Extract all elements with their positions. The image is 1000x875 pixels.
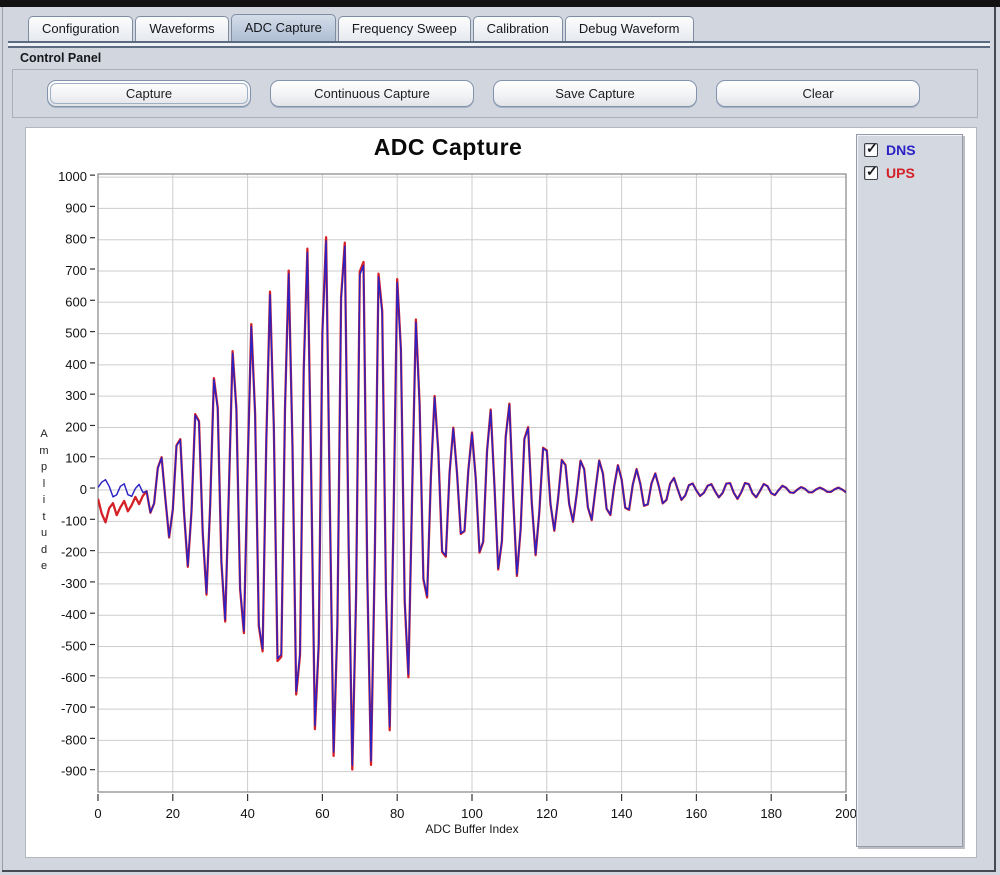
svg-text:1000: 1000 — [58, 169, 87, 184]
tab-debug-waveform[interactable]: Debug Waveform — [565, 16, 694, 41]
window-left-edge — [2, 7, 3, 872]
svg-text:200: 200 — [65, 419, 87, 434]
check-icon: ✓ — [866, 140, 878, 157]
control-panel-label: Control Panel — [20, 51, 101, 65]
tab-label: Frequency Sweep — [352, 21, 457, 36]
window-right-edge — [994, 7, 996, 872]
adc-capture-plot: 10009008007006005004003002001000-100-200… — [26, 128, 978, 859]
svg-text:120: 120 — [536, 806, 558, 821]
legend-label-ups: UPS — [886, 165, 915, 181]
x-axis-title: ADC Buffer Index — [98, 822, 846, 836]
save-capture-button[interactable]: Save Capture — [493, 80, 697, 107]
svg-text:-600: -600 — [61, 670, 87, 685]
continuous-capture-button[interactable]: Continuous Capture — [270, 80, 474, 107]
svg-text:400: 400 — [65, 357, 87, 372]
tab-pane-border — [8, 41, 990, 48]
svg-text:600: 600 — [65, 294, 87, 309]
svg-text:100: 100 — [461, 806, 483, 821]
svg-text:80: 80 — [390, 806, 404, 821]
svg-text:-300: -300 — [61, 576, 87, 591]
svg-text:100: 100 — [65, 451, 87, 466]
legend-label-dns: DNS — [886, 142, 916, 158]
chart-title: ADC Capture — [98, 134, 798, 161]
legend-item-ups: ✓ UPS — [864, 165, 962, 181]
tab-label: Configuration — [42, 21, 119, 36]
svg-text:-800: -800 — [61, 732, 87, 747]
ups-checkbox[interactable]: ✓ — [864, 166, 878, 180]
svg-text:-400: -400 — [61, 607, 87, 622]
capture-button[interactable]: Capture — [47, 80, 251, 107]
svg-text:140: 140 — [611, 806, 633, 821]
svg-text:-200: -200 — [61, 545, 87, 560]
window-bottom-edge — [2, 870, 996, 872]
chart-panel: 10009008007006005004003002001000-100-200… — [25, 127, 977, 858]
svg-text:180: 180 — [760, 806, 782, 821]
svg-text:800: 800 — [65, 232, 87, 247]
chart-legend: ✓ DNS ✓ UPS — [856, 134, 963, 847]
svg-text:20: 20 — [166, 806, 180, 821]
svg-text:160: 160 — [686, 806, 708, 821]
check-icon: ✓ — [866, 163, 878, 180]
svg-text:500: 500 — [65, 326, 87, 341]
svg-text:60: 60 — [315, 806, 329, 821]
tab-label: ADC Capture — [245, 20, 322, 35]
svg-text:-900: -900 — [61, 764, 87, 779]
svg-text:900: 900 — [65, 200, 87, 215]
tab-adc-capture[interactable]: ADC Capture — [231, 14, 336, 41]
svg-text:0: 0 — [80, 482, 87, 497]
tab-label: Waveforms — [149, 21, 214, 36]
tab-calibration[interactable]: Calibration — [473, 16, 563, 41]
svg-text:0: 0 — [94, 806, 101, 821]
tab-label: Calibration — [487, 21, 549, 36]
button-row: Capture Continuous Capture Save Capture … — [13, 70, 977, 107]
dns-checkbox[interactable]: ✓ — [864, 143, 878, 157]
svg-text:700: 700 — [65, 263, 87, 278]
svg-text:200: 200 — [835, 806, 857, 821]
window-top-edge — [0, 0, 1000, 7]
svg-text:-500: -500 — [61, 638, 87, 653]
tab-frequency-sweep[interactable]: Frequency Sweep — [338, 16, 471, 41]
y-axis-title: Amplitude — [36, 426, 52, 575]
tab-label: Debug Waveform — [579, 21, 680, 36]
control-panel: Capture Continuous Capture Save Capture … — [12, 69, 978, 118]
application-window: Configuration Waveforms ADC Capture Freq… — [0, 0, 1000, 875]
svg-text:40: 40 — [240, 806, 254, 821]
tab-bar: Configuration Waveforms ADC Capture Freq… — [28, 15, 694, 41]
svg-text:-100: -100 — [61, 513, 87, 528]
legend-item-dns: ✓ DNS — [864, 142, 962, 158]
tab-configuration[interactable]: Configuration — [28, 16, 133, 41]
clear-button[interactable]: Clear — [716, 80, 920, 107]
tab-waveforms[interactable]: Waveforms — [135, 16, 228, 41]
svg-text:-700: -700 — [61, 701, 87, 716]
svg-text:300: 300 — [65, 388, 87, 403]
